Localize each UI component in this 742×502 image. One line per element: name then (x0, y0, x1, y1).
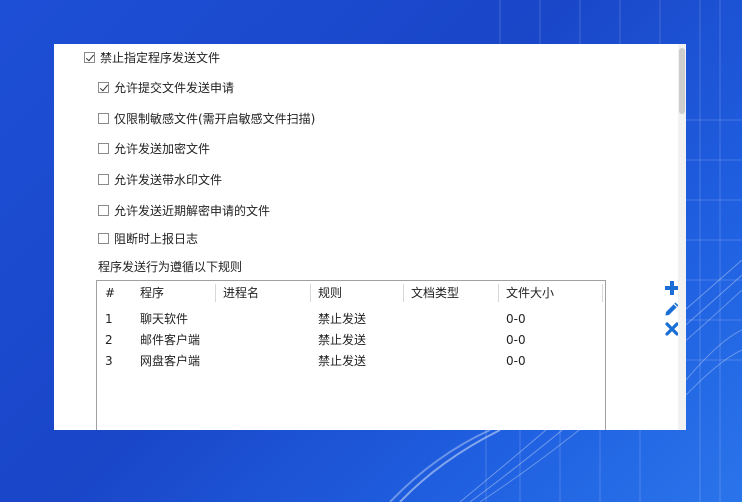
table-row[interactable]: 3 网盘客户端 禁止发送 0-0 (97, 351, 605, 372)
cell-index: 3 (105, 354, 113, 368)
option-label: 禁止指定程序发送文件 (100, 50, 221, 65)
checkbox-block-program-send[interactable] (84, 51, 95, 63)
option-allow-encrypted[interactable]: 允许发送加密文件 (98, 140, 210, 156)
cell-rule: 禁止发送 (318, 312, 367, 326)
table-row[interactable]: 2 邮件客户端 禁止发送 0-0 (97, 330, 605, 351)
option-label: 允许发送加密文件 (114, 141, 211, 156)
option-label: 允许发送近期解密申请的文件 (114, 203, 271, 218)
option-block-program-send[interactable]: 禁止指定程序发送文件 (84, 49, 220, 65)
vertical-scrollbar[interactable] (678, 44, 686, 430)
checkbox-allow-recent-decrypt[interactable] (98, 204, 109, 216)
column-header-filesize[interactable]: 文件大小 (506, 281, 554, 305)
option-label: 仅限制敏感文件(需开启敏感文件扫描) (114, 111, 316, 126)
cell-filesize: 0-0 (506, 312, 526, 326)
column-header-doctype[interactable]: 文档类型 (411, 281, 459, 305)
cell-program: 网盘客户端 (140, 354, 201, 368)
checkbox-allow-send-request[interactable] (98, 81, 109, 93)
settings-panel: 禁止指定程序发送文件 允许提交文件发送申请 仅限制敏感文件(需开启敏感文件扫描)… (54, 44, 686, 430)
table-row[interactable]: 1 聊天软件 禁止发送 0-0 (97, 309, 605, 330)
cell-index: 2 (105, 333, 113, 347)
column-divider (602, 284, 603, 302)
checkbox-sensitive-only[interactable] (98, 112, 109, 124)
column-divider (310, 284, 311, 302)
option-allow-send-request[interactable]: 允许提交文件发送申请 (98, 79, 234, 95)
checkbox-allow-watermark[interactable] (98, 173, 109, 185)
cell-program: 聊天软件 (140, 312, 189, 326)
option-label: 允许提交文件发送申请 (114, 80, 235, 95)
cell-rule: 禁止发送 (318, 354, 367, 368)
option-label: 允许发送带水印文件 (114, 172, 223, 187)
rules-label: 程序发送行为遵循以下规则 (98, 260, 243, 274)
checkbox-report-log[interactable] (98, 232, 109, 244)
rules-table[interactable]: # 程序 进程名 规则 文档类型 文件大小 1 聊天软件 禁止发送 0-0 2 … (96, 280, 606, 430)
checkbox-allow-encrypted[interactable] (98, 142, 109, 154)
option-report-log[interactable]: 阻断时上报日志 (98, 230, 198, 246)
column-divider (215, 284, 216, 302)
option-label: 阻断时上报日志 (114, 231, 199, 246)
cell-filesize: 0-0 (506, 333, 526, 347)
cell-index: 1 (105, 312, 113, 326)
column-divider (403, 284, 404, 302)
column-header-process[interactable]: 进程名 (223, 281, 259, 305)
column-header-index[interactable]: # (105, 281, 115, 305)
cell-rule: 禁止发送 (318, 333, 367, 347)
option-allow-recent-decrypt[interactable]: 允许发送近期解密申请的文件 (98, 202, 270, 218)
option-allow-watermark[interactable]: 允许发送带水印文件 (98, 171, 222, 187)
column-header-program[interactable]: 程序 (140, 281, 164, 305)
cell-program: 邮件客户端 (140, 333, 201, 347)
scrollbar-thumb[interactable] (679, 48, 685, 114)
option-sensitive-only[interactable]: 仅限制敏感文件(需开启敏感文件扫描) (98, 110, 315, 126)
column-header-rule[interactable]: 规则 (318, 281, 342, 305)
table-header: # 程序 进程名 规则 文档类型 文件大小 (97, 281, 605, 305)
column-divider (498, 284, 499, 302)
cell-filesize: 0-0 (506, 354, 526, 368)
